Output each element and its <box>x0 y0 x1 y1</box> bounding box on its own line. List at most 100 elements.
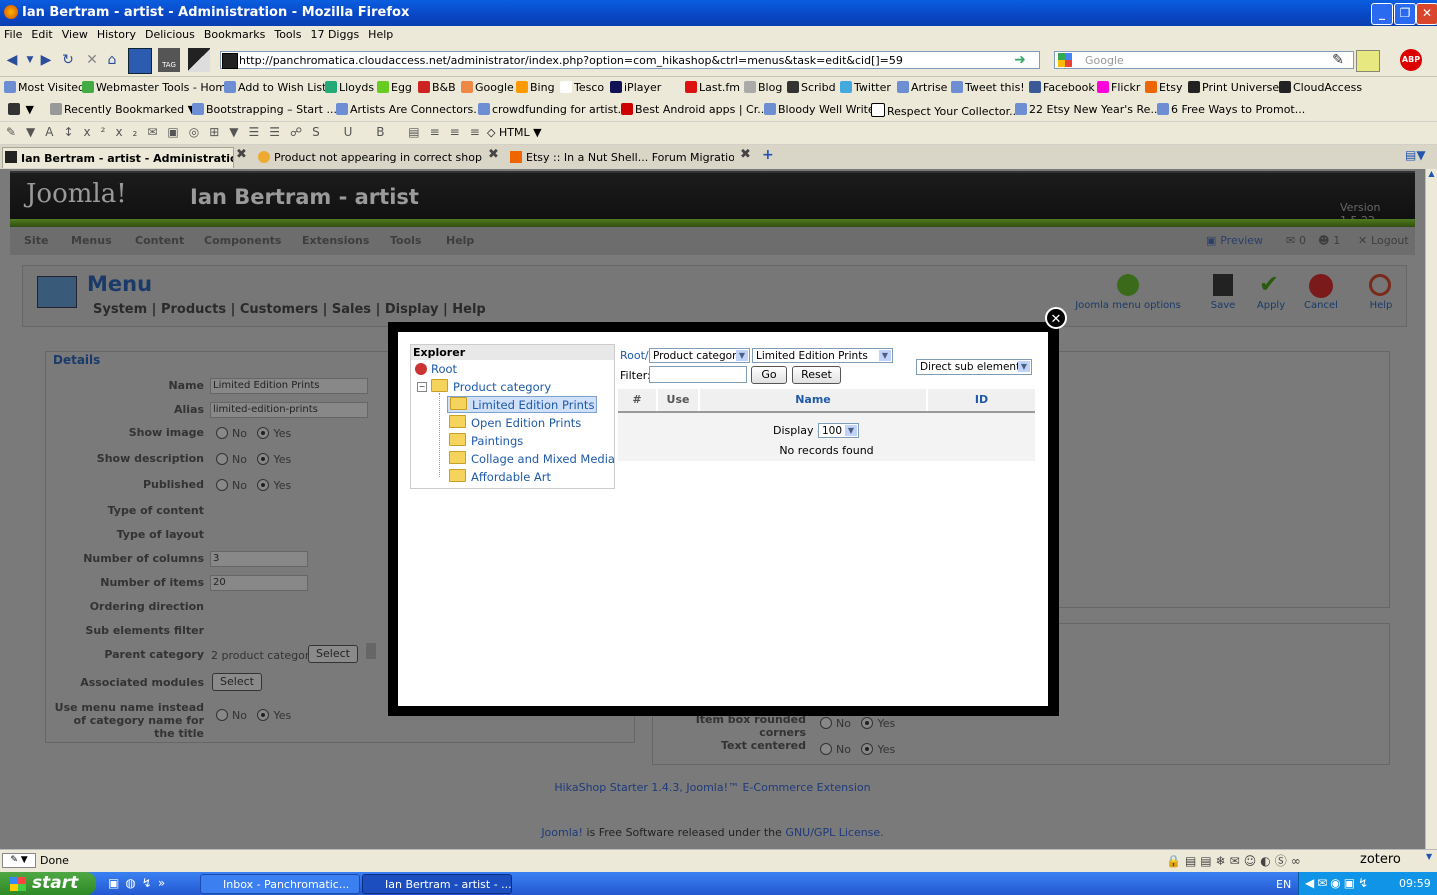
tab-product-not-appearing[interactable]: Product not appearing in correct shop ca… <box>256 147 486 168</box>
stop-icon[interactable]: ✕ <box>84 52 100 68</box>
bookmark-twitter[interactable]: Twitter <box>840 81 891 94</box>
go-button[interactable]: Go <box>751 366 787 384</box>
radio-no[interactable] <box>216 453 228 465</box>
bookmark-flickr[interactable]: Flickr <box>1097 81 1140 94</box>
hikashop-footer[interactable]: HikaShop Starter 1.4.3, Joomla!™ E-Comme… <box>0 781 1425 794</box>
bookmark-android-apps[interactable]: Best Android apps | Cr... <box>621 103 768 116</box>
rounded-corners-radios[interactable]: No Yes <box>820 717 895 730</box>
radio-no[interactable] <box>216 479 228 491</box>
language-indicator[interactable]: EN <box>1276 878 1291 891</box>
tree-root[interactable]: Root <box>415 362 457 376</box>
radio-no[interactable] <box>820 743 832 755</box>
admin-menu-components[interactable]: Components <box>204 234 281 247</box>
type-select[interactable]: Product category <box>649 348 750 363</box>
bookmark-egg[interactable]: Egg <box>377 81 412 94</box>
reset-button[interactable]: Reset <box>792 366 841 384</box>
go-icon[interactable]: ➜ <box>1012 52 1028 68</box>
bookmark-scribd[interactable]: Scribd <box>787 81 836 94</box>
close-window-button[interactable]: ✕ <box>1416 3 1437 25</box>
preview-link[interactable]: ▣ Preview <box>1206 234 1263 247</box>
tree-item[interactable]: Open Edition Prints <box>449 415 581 430</box>
back-dropdown-icon[interactable]: ▼ <box>22 52 38 68</box>
minimize-button[interactable]: _ <box>1371 3 1393 25</box>
admin-menu-content[interactable]: Content <box>135 234 184 247</box>
menu-history[interactable]: History <box>93 26 141 41</box>
reload-icon[interactable]: ↻ <box>60 52 76 68</box>
bookmarks-menu-icon[interactable]: ▼ <box>8 103 34 116</box>
show-description-radios[interactable]: No Yes <box>216 453 291 466</box>
menu-view[interactable]: View <box>58 26 93 41</box>
html-button[interactable]: ◇ HTML ▼ <box>487 126 542 139</box>
parent-category-select-button[interactable]: Select <box>308 645 358 663</box>
format-tool-icons[interactable]: ✎▼A↕x²x₂✉▣◎⊞▼☰☰☍S U B ▤≡≡≡ <box>6 125 490 139</box>
bookmark-bootstrapping[interactable]: Bootstrapping – Start ... <box>192 103 337 116</box>
bookmark-crowdfunding[interactable]: crowdfunding for artist... <box>478 103 628 116</box>
messages-count[interactable]: ✉ 0 <box>1286 234 1306 247</box>
bookmark-etsy-new-year[interactable]: 22 Etsy New Year's Re... <box>1015 103 1161 116</box>
bookmark-lastfm[interactable]: Last.fm <box>685 81 740 94</box>
screenshot-icon[interactable] <box>188 48 210 72</box>
license-link[interactable]: GNU/GPL License. <box>785 826 883 839</box>
taskbar-item-inbox[interactable]: Inbox - Panchromatic... <box>200 874 360 894</box>
filter-input[interactable] <box>649 366 747 383</box>
bookmark-bloody-well-write[interactable]: Bloody Well Write <box>764 103 875 116</box>
submenu-products[interactable]: Products <box>161 302 226 317</box>
users-count[interactable]: ☻ 1 <box>1318 234 1340 247</box>
admin-menu-tools[interactable]: Tools <box>390 234 421 247</box>
page-scrollbar[interactable]: ▲ <box>1425 169 1437 849</box>
home-icon[interactable]: ⌂ <box>104 52 120 68</box>
bookmark-artists-connectors[interactable]: Artists Are Connectors... <box>336 103 484 116</box>
show-image-radios[interactable]: No Yes <box>216 427 291 440</box>
back-icon[interactable]: ◀ <box>4 52 20 68</box>
logout-link[interactable]: ✕ Logout <box>1358 234 1409 247</box>
text-centered-radios[interactable]: No Yes <box>820 743 895 756</box>
close-tab-icon[interactable]: ✖ <box>488 147 499 162</box>
radio-yes[interactable] <box>861 743 874 755</box>
admin-menu-extensions[interactable]: Extensions <box>302 234 369 247</box>
tab-list-icon[interactable]: ▤▼ <box>1405 148 1426 162</box>
scope-select[interactable]: Direct sub elements <box>916 359 1032 375</box>
submenu-sales[interactable]: Sales <box>332 302 371 317</box>
bookmark-facebook[interactable]: Facebook <box>1029 81 1095 94</box>
tree-item-selected[interactable]: Limited Edition Prints <box>447 396 598 413</box>
columns-input[interactable]: 3 <box>210 551 308 567</box>
menu-diggs[interactable]: 17 Diggs <box>306 26 364 41</box>
bookmark-google[interactable]: Google <box>461 81 514 94</box>
tree-item[interactable]: Affordable Art <box>449 469 551 484</box>
bookmark-tesco[interactable]: Tesco <box>560 81 604 94</box>
tree-product-category[interactable]: Product category <box>431 379 551 394</box>
bookmark-bnb[interactable]: B&B <box>418 81 456 94</box>
bookmark-cloudaccess[interactable]: CloudAccess <box>1279 81 1362 94</box>
new-tab-icon[interactable]: + <box>762 147 774 163</box>
submenu-display[interactable]: Display <box>385 302 439 317</box>
radio-no[interactable] <box>216 709 228 721</box>
submenu-system[interactable]: System <box>93 302 147 317</box>
bookmark-etsy[interactable]: Etsy <box>1145 81 1183 94</box>
adblock-icon[interactable]: ABP <box>1400 49 1422 71</box>
scroll-down-icon[interactable]: ▼ <box>1426 852 1432 861</box>
radio-yes[interactable] <box>257 427 270 439</box>
bookmark-toolbar-icon[interactable] <box>128 48 152 74</box>
help-button[interactable]: Help <box>1359 300 1403 311</box>
save-button[interactable]: Save <box>1201 300 1245 311</box>
close-tab-icon[interactable]: ✖ <box>236 147 247 162</box>
published-radios[interactable]: No Yes <box>216 479 291 492</box>
category-select[interactable]: Limited Edition Prints <box>752 348 893 363</box>
admin-menu-site[interactable]: Site <box>24 234 48 247</box>
google-search-icon[interactable] <box>1058 53 1072 67</box>
bookmark-most-visited[interactable]: Most Visited <box>4 81 85 94</box>
radio-no[interactable] <box>216 427 228 439</box>
col-id[interactable]: ID <box>928 389 1036 411</box>
submenu-help[interactable]: Help <box>452 302 485 317</box>
menu-delicious[interactable]: Delicious <box>141 26 200 41</box>
radio-yes[interactable] <box>257 479 270 491</box>
cancel-button[interactable]: Cancel <box>1299 300 1343 311</box>
tab-administration[interactable]: Ian Bertram - artist - Administration <box>2 147 234 168</box>
modules-select-button[interactable]: Select <box>212 673 262 691</box>
name-input[interactable]: Limited Edition Prints <box>210 378 368 394</box>
bookmark-artrise[interactable]: Artrise <box>897 81 947 94</box>
bookmark-wish-list[interactable]: Add to Wish List <box>224 81 326 94</box>
bookmark-recently[interactable]: Recently Bookmarked ▼ <box>50 103 196 116</box>
quick-launch-icons[interactable]: ▣◍↯» <box>108 876 171 890</box>
alias-input[interactable]: limited-edition-prints <box>210 402 368 418</box>
